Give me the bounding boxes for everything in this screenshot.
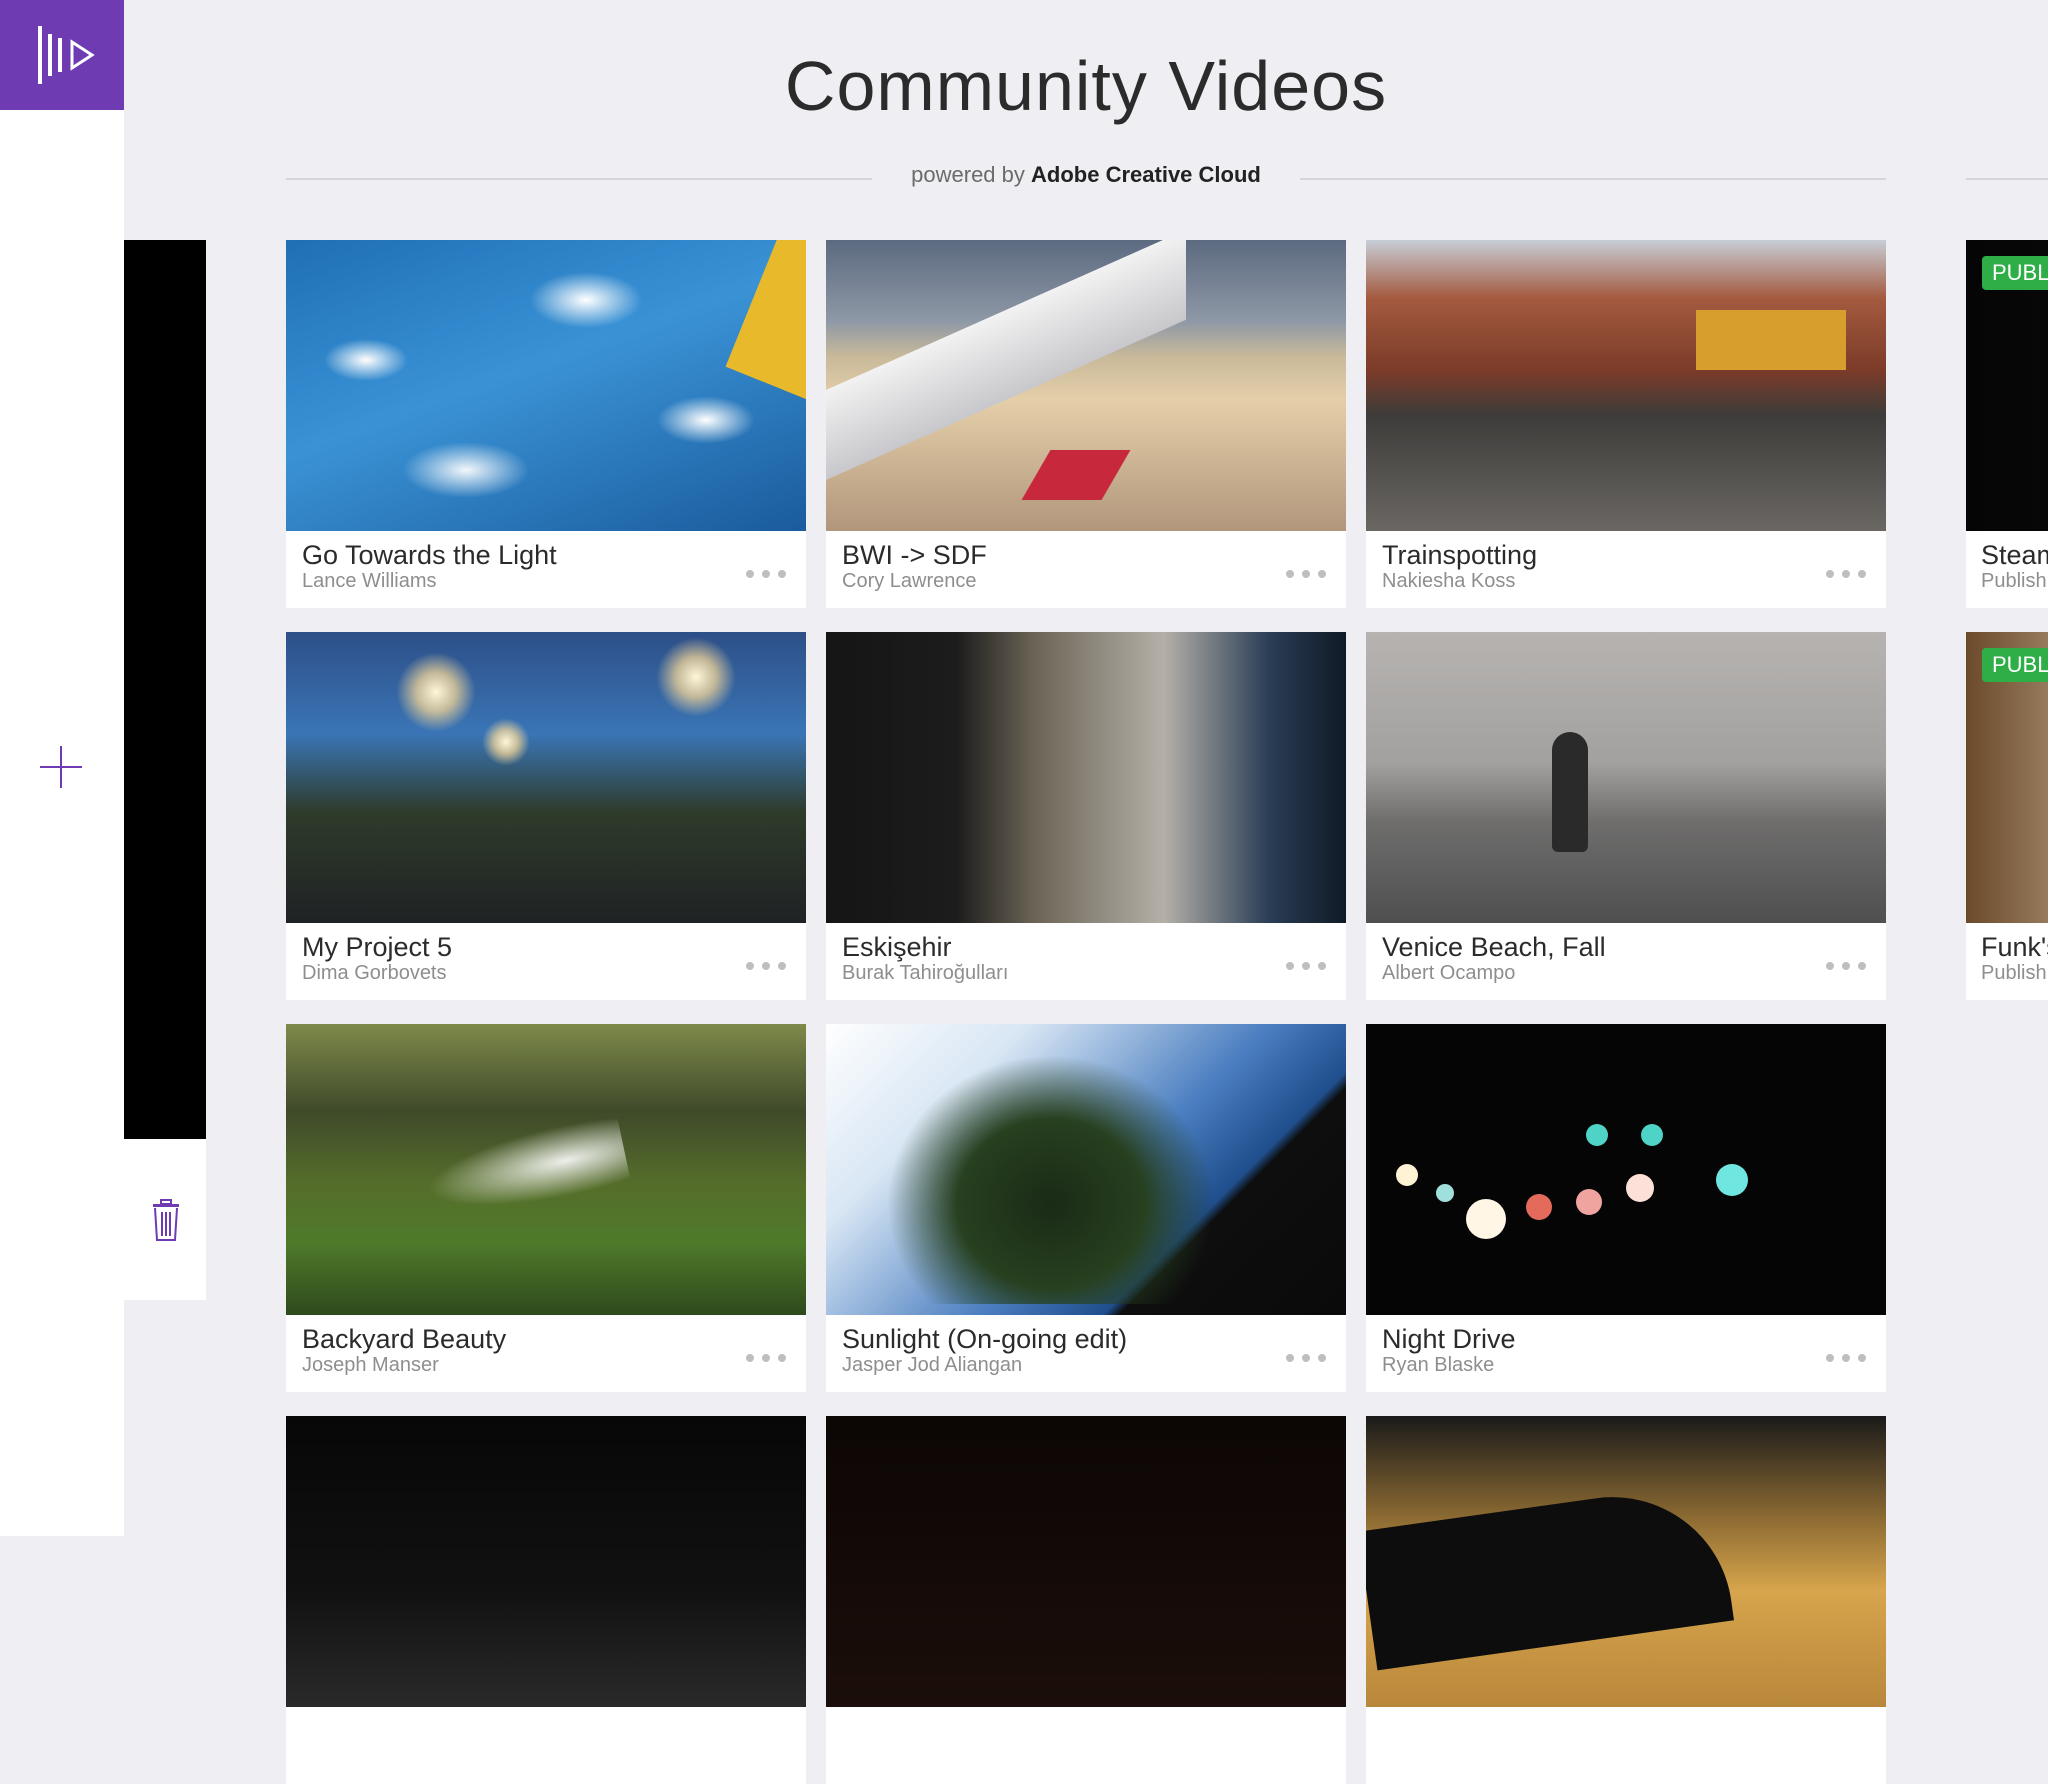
video-title: Eskişehir xyxy=(842,932,952,962)
video-card[interactable] xyxy=(826,1416,1346,1784)
video-card[interactable]: My Project 5 Dima Gorbovets xyxy=(286,632,806,1000)
more-options-button[interactable] xyxy=(744,562,788,586)
video-card-offscreen[interactable]: PUBL Steam Publish xyxy=(1966,240,2048,608)
video-thumbnail[interactable] xyxy=(1366,240,1886,531)
video-author: Jasper Jod Aliangan xyxy=(842,1354,1023,1376)
more-options-button[interactable] xyxy=(1284,954,1328,978)
video-card[interactable]: Venice Beach, Fall Albert Ocampo xyxy=(1366,632,1886,1000)
video-title: Go Towards the Light xyxy=(302,540,557,570)
video-thumbnail[interactable] xyxy=(1366,1024,1886,1315)
more-options-button[interactable] xyxy=(744,954,788,978)
add-project-button[interactable] xyxy=(36,742,86,792)
video-title: Trainspotting xyxy=(1382,540,1538,570)
video-card[interactable]: Sunlight (On-going edit) Jasper Jod Alia… xyxy=(826,1024,1346,1392)
video-title: My Project 5 xyxy=(302,932,453,962)
more-options-button[interactable] xyxy=(1824,954,1868,978)
trash-panel xyxy=(124,1139,206,1300)
video-author: Albert Ocampo xyxy=(1382,962,1516,984)
video-author: Nakiesha Koss xyxy=(1382,570,1516,592)
page-title: Community Videos xyxy=(784,47,1388,125)
video-title: Backyard Beauty xyxy=(302,1324,507,1354)
video-title: Sunlight (On-going edit) xyxy=(842,1324,1128,1354)
video-thumbnail[interactable] xyxy=(826,632,1346,923)
video-status: Publish xyxy=(1981,570,2047,592)
powered-by-brand: Adobe Creative Cloud xyxy=(1031,162,1261,187)
header-divider-right xyxy=(1300,178,1886,180)
video-status: Publish xyxy=(1981,962,2047,984)
trash-icon[interactable] xyxy=(152,1199,180,1241)
video-card[interactable]: Trainspotting Nakiesha Koss xyxy=(1366,240,1886,608)
video-thumbnail[interactable] xyxy=(286,632,806,923)
video-title: Steam xyxy=(1981,540,2048,570)
video-card-offscreen[interactable]: PUBL Funk's Publish xyxy=(1966,632,2048,1000)
video-author: Lance Williams xyxy=(302,570,437,592)
video-thumbnail[interactable] xyxy=(286,1416,806,1707)
more-options-button[interactable] xyxy=(1284,1346,1328,1370)
video-title: Funk's xyxy=(1981,932,2048,962)
video-author: Ryan Blaske xyxy=(1382,1354,1495,1376)
video-thumbnail[interactable] xyxy=(1366,1416,1886,1707)
video-author: Dima Gorbovets xyxy=(302,962,447,984)
video-title: BWI -> SDF xyxy=(842,540,987,570)
more-options-button[interactable] xyxy=(1284,562,1328,586)
video-card[interactable]: Night Drive Ryan Blaske xyxy=(1366,1024,1886,1392)
video-author: Cory Lawrence xyxy=(842,570,977,592)
video-title: Night Drive xyxy=(1382,1324,1516,1354)
video-author: Joseph Manser xyxy=(302,1354,439,1376)
video-thumbnail[interactable] xyxy=(826,1024,1346,1315)
header-divider-left xyxy=(286,178,872,180)
powered-by-prefix: powered by xyxy=(911,162,1025,187)
premiere-clip-logo-icon xyxy=(38,26,95,84)
video-card[interactable] xyxy=(1366,1416,1886,1784)
more-options-button[interactable] xyxy=(1824,562,1868,586)
video-card[interactable]: Go Towards the Light Lance Williams xyxy=(286,240,806,608)
more-options-button[interactable] xyxy=(744,1346,788,1370)
video-title: Venice Beach, Fall xyxy=(1382,932,1606,962)
video-author: Burak Tahiroğulları xyxy=(842,962,1009,984)
more-options-button[interactable] xyxy=(1824,1346,1868,1370)
published-badge: PUBL xyxy=(1982,648,2048,682)
video-card[interactable]: Eskişehir Burak Tahiroğulları xyxy=(826,632,1346,1000)
app-logo-tile[interactable] xyxy=(0,0,124,110)
video-thumbnail[interactable] xyxy=(1366,632,1886,923)
header-divider-offscreen xyxy=(1966,178,2048,180)
sidebar xyxy=(0,0,124,1536)
video-thumbnail[interactable] xyxy=(286,240,806,531)
video-card[interactable]: Backyard Beauty Joseph Manser xyxy=(286,1024,806,1392)
video-thumbnail[interactable] xyxy=(826,1416,1346,1707)
project-preview-strip xyxy=(124,240,206,1139)
video-card[interactable]: BWI -> SDF Cory Lawrence xyxy=(826,240,1346,608)
video-thumbnail[interactable] xyxy=(286,1024,806,1315)
video-card[interactable] xyxy=(286,1416,806,1784)
video-thumbnail[interactable] xyxy=(826,240,1346,531)
powered-by-line: powered by Adobe Creative Cloud xyxy=(872,162,1300,188)
published-badge: PUBL xyxy=(1982,256,2048,290)
